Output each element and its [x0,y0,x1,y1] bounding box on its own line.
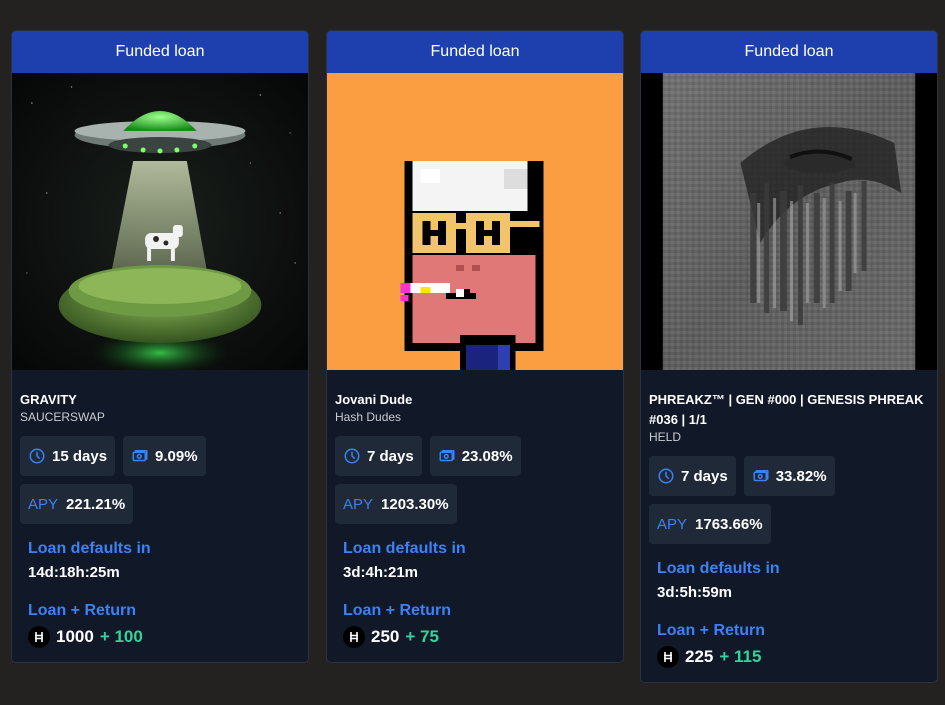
loan-duration-chip: 15 days [20,436,116,476]
loan-return-label: Loan + Return [28,602,137,619]
apy-label: APY [343,495,374,513]
loan-return-label: Loan + Return [657,622,766,639]
interest-rate: 23.08% [461,447,513,465]
hbar-icon [343,626,365,648]
apy-chip: APY 1763.66% [649,504,771,544]
apy-value: 1203.30% [381,495,449,513]
cash-icon [753,470,769,482]
loan-defaults-countdown: 3d:4h:21m [343,564,419,581]
loan-duration: 15 days [52,447,108,465]
loan-interest: + 115 [719,647,762,666]
nft-image[interactable] [641,73,937,370]
loan-duration-chip: 7 days [649,456,736,496]
interest-rate: 9.09% [155,447,198,465]
loan-principal: 1000 [56,627,94,646]
loan-defaults-label: Loan defaults in [28,540,151,557]
apy-chip: APY 221.21% [20,484,134,524]
apy-chip: APY 1203.30% [335,484,457,524]
loan-defaults-label: Loan defaults in [657,560,780,577]
loan-card[interactable]: Funded loan [11,30,309,663]
loan-duration-chip: 7 days [335,436,422,476]
apy-value: 221.21% [66,495,126,513]
pixel-dude-artwork [327,73,623,370]
abstract-face-artwork [641,73,937,370]
apy-value: 1763.66% [695,515,763,533]
clock-icon [344,448,360,464]
cash-icon [439,450,455,462]
apy-label: APY [657,515,688,533]
ufo-abducting-cow-artwork [12,73,308,370]
loan-card[interactable]: Funded loan [326,30,624,663]
nft-collection: HELD [649,430,682,444]
loan-principal: 250 [371,627,400,646]
nft-image[interactable] [327,73,623,370]
loan-return-label: Loan + Return [343,602,452,619]
card-status-header: Funded loan [327,31,623,73]
loan-duration: 7 days [681,467,728,485]
loan-defaults-countdown: 3d:5h:59m [657,584,733,601]
loan-interest: + 75 [405,627,439,646]
nft-name: GRAVITY [20,392,77,407]
loan-interest: + 100 [99,627,143,646]
clock-icon [29,448,45,464]
interest-rate: 33.82% [775,467,827,485]
loan-principal: 225 [685,647,714,666]
nft-collection: SAUCERSWAP [20,410,105,424]
nft-name: Jovani Dude [335,392,413,407]
loan-card[interactable]: Funded loan [640,30,938,683]
hbar-icon [28,626,50,648]
hbar-icon [657,646,679,668]
nft-image[interactable] [12,73,308,370]
interest-rate-chip: 9.09% [123,436,206,476]
card-status-header: Funded loan [12,31,308,73]
interest-rate-chip: 23.08% [429,436,521,476]
card-status-header: Funded loan [641,31,937,73]
loan-defaults-label: Loan defaults in [343,540,466,557]
loan-defaults-countdown: 14d:18h:25m [28,564,120,581]
loan-duration: 7 days [367,447,414,465]
nft-collection: Hash Dudes [335,410,402,424]
nft-name: PHREAKZ™ | GEN #000 | GENESIS PHREAK #03… [649,392,924,427]
cash-icon [132,450,148,462]
clock-icon [658,468,674,484]
interest-rate-chip: 33.82% [743,456,835,496]
apy-label: APY [28,495,59,513]
